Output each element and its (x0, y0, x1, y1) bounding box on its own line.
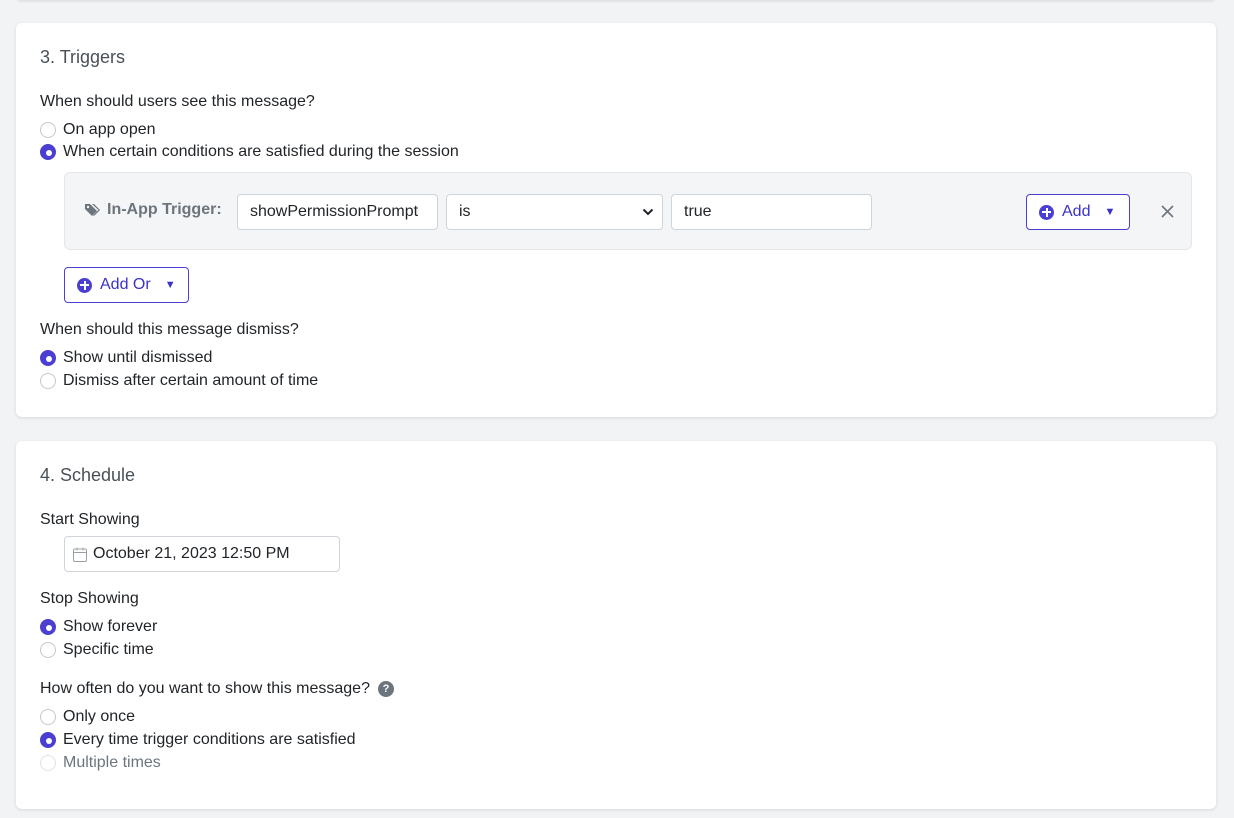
add-button-label: Add (1062, 203, 1091, 220)
radio-only-once[interactable]: Only once (40, 707, 135, 727)
trigger-operator-select[interactable]: is (446, 194, 663, 230)
when-question-label: When should users see this message? (40, 93, 315, 110)
radio-specific-time[interactable]: Specific time (40, 640, 154, 660)
radio-label: Specific time (63, 641, 154, 658)
calendar-icon (73, 547, 87, 562)
radio-circle[interactable] (40, 642, 56, 658)
radio-label: Only once (63, 708, 136, 725)
triggers-section: 3. Triggers When should users see this m… (16, 23, 1216, 417)
caret-down-icon: ▼ (164, 279, 176, 291)
radio-conditions-satisfied[interactable]: When certain conditions are satisfied du… (40, 142, 459, 162)
radio-circle[interactable] (40, 350, 56, 366)
start-date-value: October 21, 2023 12:50 PM (93, 545, 290, 562)
stop-showing-label: Stop Showing (40, 590, 139, 607)
trigger-value-input[interactable]: true (671, 194, 872, 230)
tags-icon (85, 204, 100, 216)
add-or-label: Add Or (100, 276, 151, 293)
radio-label: On app open (63, 121, 156, 138)
frequency-question: How often do you want to show this messa… (40, 680, 394, 698)
radio-multiple-times: Multiple times (40, 753, 161, 773)
radio-label: Show forever (63, 618, 158, 635)
radio-circle[interactable] (40, 144, 56, 160)
start-showing-label: Start Showing (40, 511, 140, 528)
trigger-field-value: showPermissionPrompt (250, 203, 419, 220)
radio-label: Every time trigger conditions are satisf… (63, 731, 356, 748)
radio-circle[interactable] (40, 122, 56, 138)
close-icon[interactable] (1161, 205, 1174, 218)
section-title: 3. Triggers (40, 47, 126, 67)
radio-on-app-open[interactable]: On app open (40, 120, 156, 140)
radio-label: Show until dismissed (63, 349, 213, 366)
frequency-label: How often do you want to show this messa… (40, 680, 370, 697)
trigger-label-text: In-App Trigger: (107, 201, 222, 218)
radio-circle[interactable] (40, 709, 56, 725)
radio-label: Multiple times (63, 754, 161, 771)
radio-show-until-dismissed[interactable]: Show until dismissed (40, 348, 212, 368)
radio-dismiss-after-time[interactable]: Dismiss after certain amount of time (40, 371, 318, 391)
help-icon[interactable]: ? (377, 681, 394, 697)
radio-label: When certain conditions are satisfied du… (63, 143, 459, 160)
radio-show-forever[interactable]: Show forever (40, 617, 157, 637)
radio-circle[interactable] (40, 373, 56, 389)
operator-value: is (459, 203, 471, 220)
trigger-field-input[interactable]: showPermissionPrompt (237, 194, 438, 230)
radio-circle (40, 755, 56, 771)
trigger-condition-row: In-App Trigger: showPermissionPrompt is … (64, 172, 1192, 250)
plus-circle-icon (77, 277, 92, 293)
section-title: 4. Schedule (40, 465, 136, 485)
plus-circle-icon (1039, 204, 1054, 220)
start-date-input[interactable]: October 21, 2023 12:50 PM (64, 536, 340, 572)
add-condition-button[interactable]: Add ▼ (1026, 194, 1130, 230)
add-or-button[interactable]: Add Or ▼ (64, 267, 189, 303)
radio-circle[interactable] (40, 619, 56, 635)
trigger-value: true (684, 203, 712, 220)
radio-every-time[interactable]: Every time trigger conditions are satisf… (40, 730, 356, 750)
radio-circle[interactable] (40, 732, 56, 748)
radio-label: Dismiss after certain amount of time (63, 372, 319, 389)
chevron-down-icon (642, 208, 654, 216)
dismiss-question-label: When should this message dismiss? (40, 321, 299, 338)
schedule-section: 4. Schedule Start Showing October 21, 20… (16, 441, 1216, 809)
caret-down-icon: ▼ (1104, 206, 1116, 218)
in-app-trigger-label: In-App Trigger: (85, 201, 222, 219)
